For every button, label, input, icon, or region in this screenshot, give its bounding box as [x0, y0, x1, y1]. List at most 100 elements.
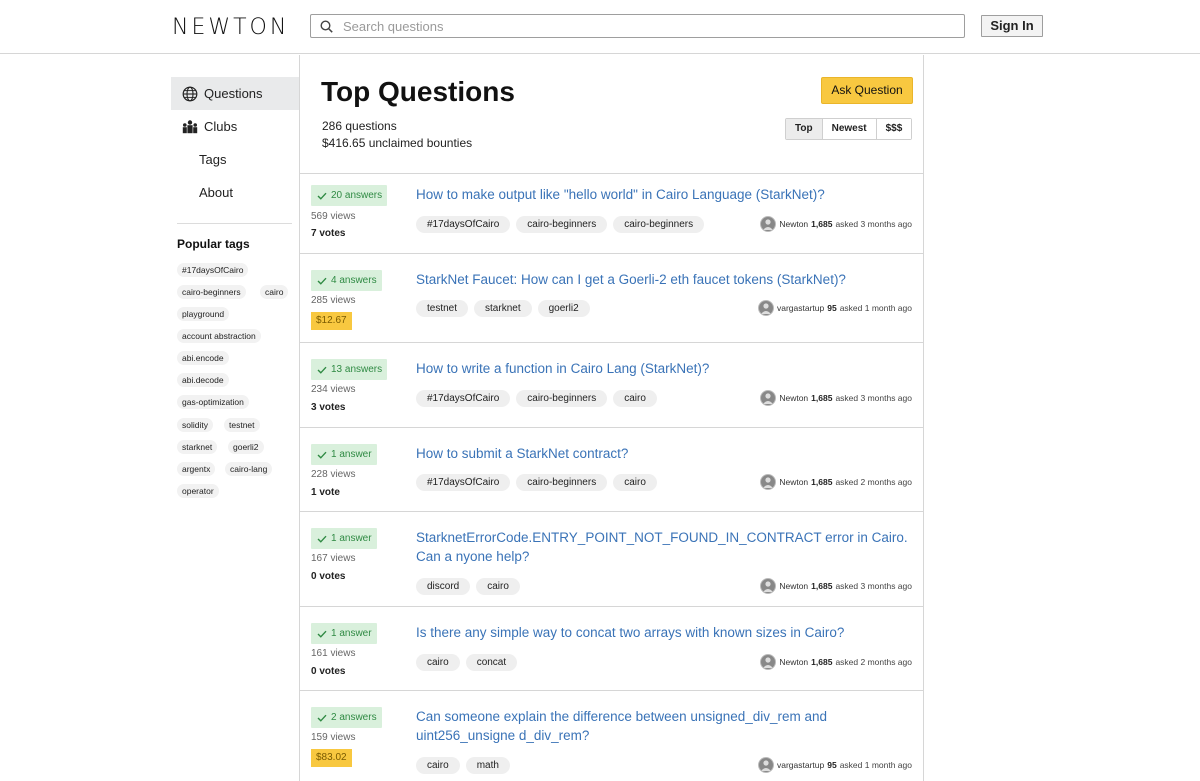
question-title-link[interactable]: How to make output like "hello world" in… — [416, 185, 916, 204]
question-tag[interactable]: testnet — [416, 300, 469, 317]
unclaimed-bounties: $416.65 unclaimed bounties — [322, 136, 473, 150]
author-name[interactable]: Newton — [779, 657, 808, 667]
sort-bounty-button[interactable]: $$$ — [876, 119, 912, 139]
sign-in-button[interactable]: Sign In — [981, 15, 1043, 37]
question-tag[interactable]: discord — [416, 578, 471, 595]
author-info: vargastartup 95 asked 1 month ago — [757, 757, 912, 773]
page-title: Top Questions — [321, 76, 515, 107]
check-icon — [317, 535, 327, 543]
check-icon — [317, 366, 327, 374]
bounty-badge: $83.02 — [311, 749, 352, 767]
question-tag[interactable]: cairo-beginners — [516, 474, 608, 491]
author-name[interactable]: Newton — [779, 219, 808, 229]
avatar[interactable] — [760, 578, 777, 594]
popular-tag[interactable]: starknet — [177, 440, 218, 454]
question-tag[interactable]: cairo — [476, 578, 520, 595]
question-title-link[interactable]: StarkNet Faucet: How can I get a Goerli-… — [416, 270, 916, 289]
sort-newest-button[interactable]: Newest — [822, 119, 877, 139]
author-name[interactable]: Newton — [779, 393, 808, 403]
logo[interactable]: NEWTON — [172, 14, 289, 42]
question-tag[interactable]: cairo — [416, 757, 460, 774]
answer-count-badge: 20 answers — [311, 185, 388, 206]
popular-tag[interactable]: abi.encode — [177, 351, 229, 365]
asked-time: asked 2 months ago — [835, 477, 912, 487]
answer-count-badge: 1 answer — [311, 444, 377, 465]
question-tags: testnet starknet goerli2 — [416, 300, 590, 317]
answer-count-badge: 1 answer — [311, 623, 377, 644]
sidebar-item-about[interactable]: About — [171, 176, 299, 209]
search-input[interactable] — [343, 16, 933, 36]
author-name[interactable]: Newton — [779, 477, 808, 487]
view-count: 159 views — [311, 732, 356, 743]
author-name[interactable]: vargastartup — [777, 303, 824, 313]
question-row: 1 answer 167 views 0 votes StarknetError… — [300, 511, 923, 606]
author-reputation: 1,685 — [811, 657, 833, 667]
popular-tag[interactable]: solidity — [177, 418, 213, 432]
question-tag[interactable]: cairo-beginners — [516, 216, 608, 233]
question-tag[interactable]: math — [465, 757, 510, 774]
popular-tag[interactable]: #17daysOfCairo — [177, 263, 249, 277]
popular-tag[interactable]: playground — [177, 307, 230, 321]
author-info: Newton 1,685 asked 2 months ago — [760, 654, 912, 670]
question-tag[interactable]: goerli2 — [537, 300, 590, 317]
question-row: 20 answers 569 views 7 votes How to make… — [300, 173, 923, 253]
question-tag[interactable]: cairo — [416, 654, 460, 671]
author-info: vargastartup 95 asked 1 month ago — [757, 300, 912, 316]
sidebar-item-label: Clubs — [204, 119, 238, 134]
question-tag[interactable]: #17daysOfCairo — [416, 390, 511, 407]
question-tag[interactable]: cairo-beginners — [516, 390, 608, 407]
author-reputation: 95 — [827, 760, 837, 770]
search-box[interactable] — [310, 14, 965, 38]
question-tags: cairo math — [416, 757, 510, 774]
popular-tag[interactable]: cairo — [260, 285, 289, 299]
question-tag[interactable]: starknet — [474, 300, 532, 317]
popular-tag[interactable]: goerli2 — [228, 440, 264, 454]
question-tags: #17daysOfCairo cairo-beginners cairo-beg… — [416, 216, 705, 233]
popular-tag[interactable]: operator — [177, 484, 219, 498]
question-tag[interactable]: #17daysOfCairo — [416, 216, 511, 233]
sort-top-button[interactable]: Top — [786, 119, 823, 139]
author-name[interactable]: vargastartup — [777, 760, 824, 770]
question-title-link[interactable]: Can someone explain the difference betwe… — [416, 707, 916, 745]
check-icon — [317, 630, 327, 638]
question-tag[interactable]: concat — [465, 654, 518, 671]
question-row: 2 answers 159 views $83.02 Can someone e… — [300, 690, 923, 781]
avatar[interactable] — [757, 757, 774, 773]
asked-time: asked 1 month ago — [839, 760, 912, 770]
vote-count: 0 votes — [311, 666, 346, 677]
author-reputation: 1,685 — [811, 393, 833, 403]
question-tag[interactable]: cairo — [613, 474, 657, 491]
sidebar-item-questions[interactable]: Questions — [171, 77, 299, 110]
sidebar-item-clubs[interactable]: Clubs — [171, 110, 299, 143]
avatar[interactable] — [760, 474, 777, 490]
avatar[interactable] — [760, 216, 777, 232]
view-count: 569 views — [311, 211, 356, 222]
popular-tag[interactable]: account abstraction — [177, 329, 261, 343]
question-title-link[interactable]: Is there any simple way to concat two ar… — [416, 623, 916, 642]
question-title-link[interactable]: StarknetErrorCode.ENTRY_POINT_NOT_FOUND_… — [416, 528, 916, 566]
question-tag[interactable]: cairo-beginners — [613, 216, 705, 233]
popular-tag[interactable]: cairo-beginners — [177, 285, 246, 299]
question-tag[interactable]: #17daysOfCairo — [416, 474, 511, 491]
popular-tag[interactable]: cairo-lang — [225, 462, 273, 476]
author-reputation: 95 — [827, 303, 837, 313]
sidebar-item-label: About — [199, 185, 233, 200]
question-tag[interactable]: cairo — [613, 390, 657, 407]
asked-time: asked 3 months ago — [835, 393, 912, 403]
popular-tag[interactable]: gas-optimization — [177, 395, 249, 409]
popular-tag[interactable]: testnet — [224, 418, 260, 432]
sidebar-item-tags[interactable]: Tags — [171, 143, 299, 176]
avatar[interactable] — [757, 300, 774, 316]
sidebar-divider — [177, 223, 292, 224]
avatar[interactable] — [760, 654, 777, 670]
content-border — [923, 55, 924, 781]
question-title-link[interactable]: How to write a function in Cairo Lang (S… — [416, 359, 916, 378]
ask-question-button[interactable]: Ask Question — [821, 77, 913, 104]
popular-tag[interactable]: abi.decode — [177, 373, 229, 387]
popular-tag[interactable]: argentx — [177, 462, 216, 476]
avatar[interactable] — [760, 390, 777, 406]
author-name[interactable]: Newton — [779, 581, 808, 591]
view-count: 234 views — [311, 384, 356, 395]
question-title-link[interactable]: How to submit a StarkNet contract? — [416, 444, 916, 463]
sort-tabs: Top Newest $$$ — [785, 118, 913, 140]
